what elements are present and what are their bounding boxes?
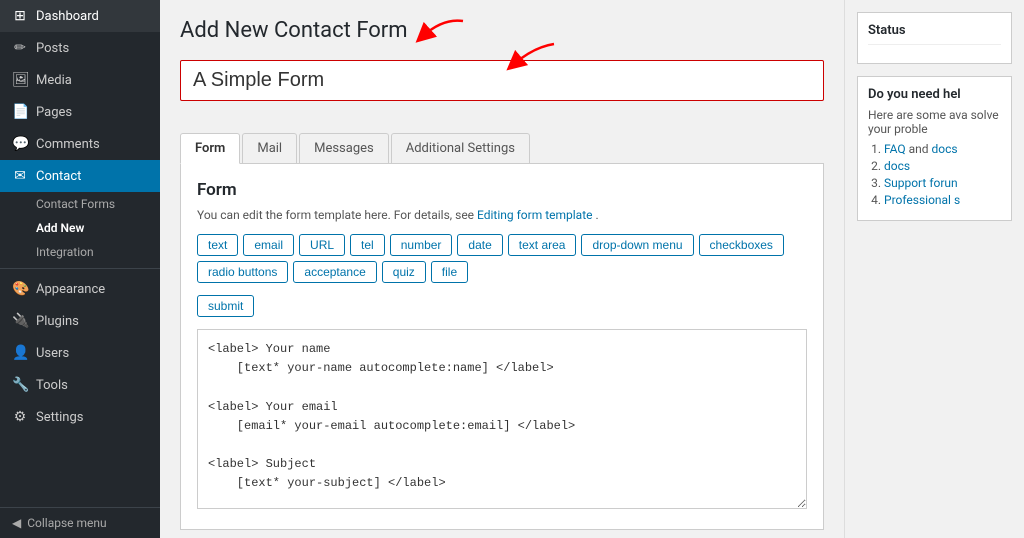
help-intro: Here are some ava solve your proble xyxy=(868,108,1001,136)
sidebar-item-settings[interactable]: ⚙ Settings xyxy=(0,401,160,433)
help-link-2[interactable]: Support forun xyxy=(884,176,958,190)
tag-button-file[interactable]: file xyxy=(431,261,468,283)
help-list-item: Support forun xyxy=(884,176,1001,190)
status-box: Status xyxy=(857,12,1012,64)
sidebar-divider xyxy=(0,268,160,269)
sidebar: ⊞ Dashboard ✏ Posts 🖼 Media 📄 Pages 💬 Co… xyxy=(0,0,160,538)
tag-button-text[interactable]: text xyxy=(197,234,238,256)
sidebar-item-pages[interactable]: 📄 Pages xyxy=(0,96,160,128)
tab-mail[interactable]: Mail xyxy=(242,133,297,163)
tag-button-text-area[interactable]: text area xyxy=(508,234,577,256)
help-list-item: Professional s xyxy=(884,193,1001,207)
form-editor-panel: Form You can edit the form template here… xyxy=(180,164,824,530)
sidebar-item-label: Posts xyxy=(36,41,69,56)
content-area: Add New Contact Form xyxy=(160,0,1024,538)
sidebar-item-plugins[interactable]: 🔌 Plugins xyxy=(0,305,160,337)
dashboard-icon: ⊞ xyxy=(12,8,28,24)
media-icon: 🖼 xyxy=(12,72,28,88)
sidebar-item-label: Tools xyxy=(36,378,68,393)
tag-button-submit[interactable]: submit xyxy=(197,295,254,317)
collapse-icon: ◀ xyxy=(12,516,21,530)
sidebar-item-label: Dashboard xyxy=(36,9,99,24)
appearance-icon: 🎨 xyxy=(12,281,28,297)
sidebar-item-comments[interactable]: 💬 Comments xyxy=(0,128,160,160)
tag-button-drop-down-menu[interactable]: drop-down menu xyxy=(581,234,693,256)
editing-form-template-link[interactable]: Editing form template xyxy=(477,208,592,222)
sidebar-item-appearance[interactable]: 🎨 Appearance xyxy=(0,273,160,305)
sidebar-item-label: Appearance xyxy=(36,282,105,297)
contact-icon: ✉ xyxy=(12,168,28,184)
tag-buttons-row: textemailURLtelnumberdate text areadrop-d… xyxy=(197,234,807,283)
tag-button-tel[interactable]: tel xyxy=(350,234,385,256)
help-box: Do you need hel Here are some ava solve … xyxy=(857,76,1012,221)
sidebar-item-label: Settings xyxy=(36,410,83,425)
sidebar-item-label: Comments xyxy=(36,137,100,152)
comments-icon: 💬 xyxy=(12,136,28,152)
sidebar-item-label: Contact xyxy=(36,169,81,184)
tag-button-number[interactable]: number xyxy=(390,234,453,256)
sidebar-sub-contact-forms[interactable]: Contact Forms xyxy=(0,192,160,216)
tag-button-date[interactable]: date xyxy=(457,234,502,256)
sidebar-sub-add-new[interactable]: Add New xyxy=(0,216,160,240)
form-title-row xyxy=(180,60,824,117)
arrow-to-input-icon xyxy=(494,42,564,72)
sidebar-item-media[interactable]: 🖼 Media xyxy=(0,64,160,96)
settings-icon: ⚙ xyxy=(12,409,28,425)
tag-button-radio-buttons[interactable]: radio buttons xyxy=(197,261,288,283)
tag-button-quiz[interactable]: quiz xyxy=(382,261,426,283)
tools-icon: 🔧 xyxy=(12,377,28,393)
plugins-icon: 🔌 xyxy=(12,313,28,329)
docs-link[interactable]: docs xyxy=(932,142,958,156)
sidebar-sub-integration[interactable]: Integration xyxy=(0,240,160,264)
form-description: You can edit the form template here. For… xyxy=(197,208,807,222)
help-list-item: FAQ and docs xyxy=(884,142,1001,156)
tag-button-acceptance[interactable]: acceptance xyxy=(293,261,376,283)
secondary-panel: Status Do you need hel Here are some ava… xyxy=(844,0,1024,538)
form-code-editor[interactable] xyxy=(197,329,807,509)
sidebar-item-label: Media xyxy=(36,73,72,88)
tab-form[interactable]: Form xyxy=(180,133,240,164)
pages-icon: 📄 xyxy=(12,104,28,120)
posts-icon: ✏ xyxy=(12,40,28,56)
sidebar-item-users[interactable]: 👤 Users xyxy=(0,337,160,369)
sidebar-item-contact[interactable]: ✉ Contact xyxy=(0,160,160,192)
sidebar-item-label: Users xyxy=(36,346,69,361)
primary-panel: Add New Contact Form xyxy=(160,0,844,538)
collapse-menu-button[interactable]: ◀ Collapse menu xyxy=(0,507,160,538)
status-title: Status xyxy=(868,23,1001,45)
sidebar-item-posts[interactable]: ✏ Posts xyxy=(0,32,160,64)
tag-button-url[interactable]: URL xyxy=(299,234,345,256)
users-icon: 👤 xyxy=(12,345,28,361)
help-link-1[interactable]: docs xyxy=(884,159,910,173)
sidebar-item-label: Pages xyxy=(36,105,72,120)
tag-button-email[interactable]: email xyxy=(243,234,294,256)
tag-button-checkboxes[interactable]: checkboxes xyxy=(699,234,784,256)
help-list: FAQ and docsdocsSupport forunProfessiona… xyxy=(868,142,1001,207)
help-list-item: docs xyxy=(884,159,1001,173)
red-arrow-icon xyxy=(413,16,473,46)
sidebar-item-tools[interactable]: 🔧 Tools xyxy=(0,369,160,401)
sidebar-item-dashboard[interactable]: ⊞ Dashboard xyxy=(0,0,160,32)
tag-buttons-row-2: submit xyxy=(197,295,807,317)
tabs-bar: Form Mail Messages Additional Settings xyxy=(180,133,824,164)
tab-additional-settings[interactable]: Additional Settings xyxy=(391,133,530,163)
faq-link[interactable]: FAQ xyxy=(884,142,906,156)
main-content: Add New Contact Form xyxy=(160,0,1024,538)
tab-messages[interactable]: Messages xyxy=(299,133,389,163)
help-link-3[interactable]: Professional s xyxy=(884,193,960,207)
form-section-title: Form xyxy=(197,180,807,200)
sidebar-item-label: Plugins xyxy=(36,314,79,329)
help-title: Do you need hel xyxy=(868,87,1001,102)
